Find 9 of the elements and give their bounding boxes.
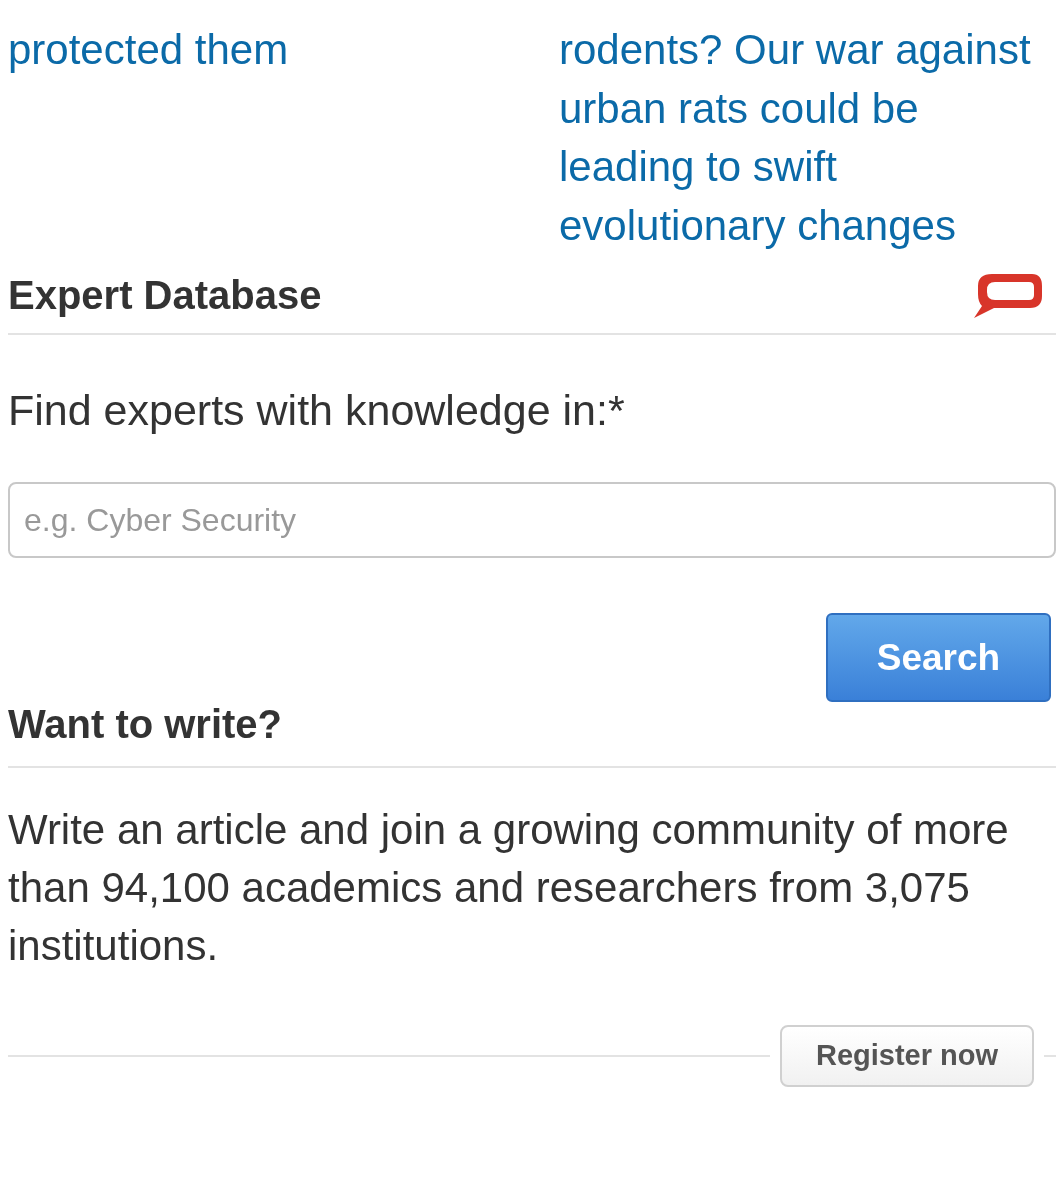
field-label: Find experts with knowledge in:* <box>8 385 626 435</box>
paragraph: Write an article and join a growing community of more than 94,100 academics and researchers from 3,075 institutions. <box>8 805 1010 971</box>
section-heading: Expert Database <box>8 272 322 319</box>
section-heading: Want to write? <box>8 694 1056 768</box>
search-button[interactable]: Search <box>826 613 1051 702</box>
article-link[interactable]: protected them <box>8 21 559 255</box>
article-link[interactable]: rodents? Our war against urban rats could be leading to swift evolutionary changes <box>559 21 1056 255</box>
search-field[interactable]: e.g. Cyber Security <box>8 482 1056 558</box>
register-button[interactable]: Register now <box>780 1025 1034 1087</box>
